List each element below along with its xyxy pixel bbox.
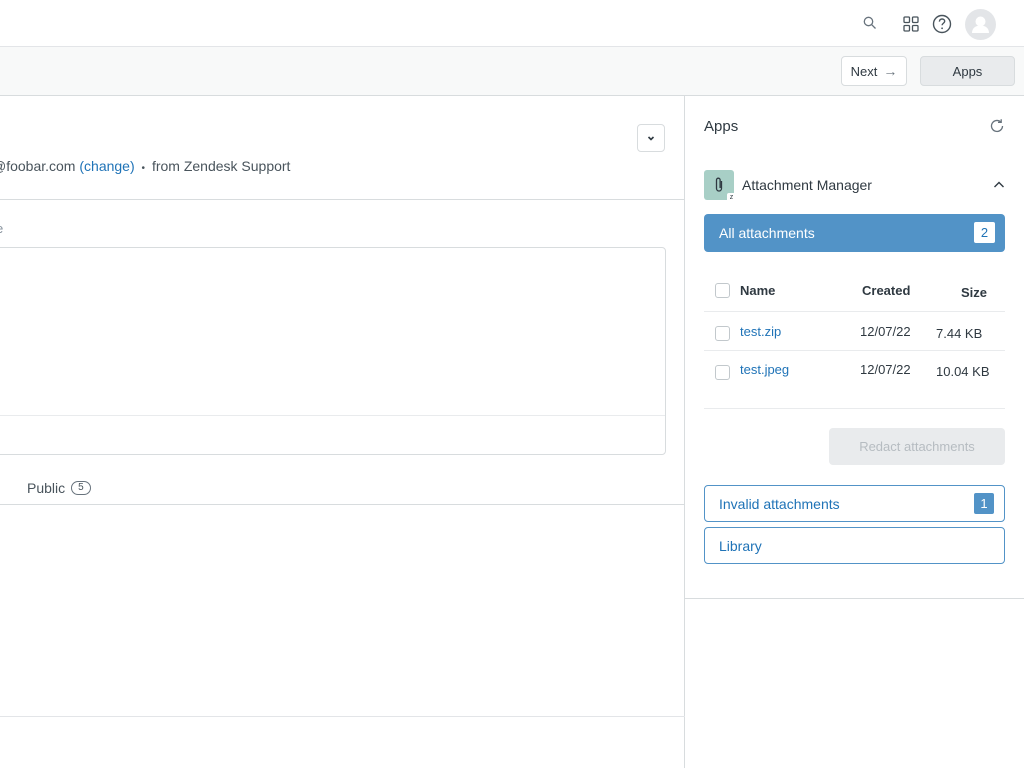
editor-footer [0, 415, 665, 454]
header-size: Size [961, 285, 988, 300]
library-label: Library [719, 537, 762, 554]
apps-panel-title: Apps [704, 118, 739, 135]
divider [685, 598, 1024, 599]
requester-email: @foobar.com [0, 158, 76, 174]
row-checkbox[interactable] [715, 365, 730, 380]
file-size: 7.44 KB [936, 326, 983, 341]
attachment-manager-header[interactable]: z Attachment Manager [704, 170, 1006, 202]
options-dropdown-button[interactable] [637, 124, 665, 152]
divider [0, 716, 685, 717]
refresh-icon[interactable] [988, 117, 1006, 135]
attachment-manager-logo: z [704, 170, 736, 202]
chevron-up-icon[interactable] [992, 178, 1006, 192]
separator: • [141, 163, 146, 174]
file-link[interactable]: test.zip [740, 324, 781, 339]
divider [0, 504, 685, 505]
help-icon[interactable] [931, 13, 953, 35]
header-created: Created [862, 283, 911, 298]
table-header-row: Name Created Size [704, 270, 1005, 312]
invalid-attachments-count: 1 [974, 493, 994, 514]
redact-attachments-button[interactable]: Redact attachments [829, 428, 1005, 465]
table-row: test.jpeg 12/07/22 10.04 KB [704, 351, 1005, 409]
divider [0, 199, 685, 200]
table-row: test.zip 12/07/22 7.44 KB [704, 312, 1005, 351]
header-name: Name [740, 283, 776, 298]
source-text: from Zendesk Support [151, 158, 291, 174]
search-icon[interactable] [861, 14, 879, 32]
chevron-down-icon [647, 136, 655, 141]
file-created: 12/07/22 [860, 324, 911, 339]
tab-public-count: 5 [71, 481, 91, 495]
file-link[interactable]: test.jpeg [740, 362, 789, 377]
invalid-attachments-button[interactable]: Invalid attachments 1 [704, 485, 1005, 522]
change-requester-link[interactable]: (change) [79, 158, 134, 174]
comment-editor[interactable] [0, 247, 666, 455]
field-label: e [0, 221, 3, 236]
apps-grid-icon[interactable] [902, 15, 920, 33]
apps-panel: Apps z Attachment Manager All attachment… [685, 96, 1024, 768]
row-checkbox[interactable] [715, 326, 730, 341]
select-all-checkbox[interactable] [715, 283, 730, 298]
file-size: 10.04 KB [936, 364, 990, 379]
apps-button[interactable]: Apps [920, 56, 1015, 86]
file-created: 12/07/22 [860, 362, 911, 377]
next-label: Next [850, 63, 878, 79]
attachments-table: Name Created Size test.zip 12/07/22 7.44… [704, 270, 1005, 409]
ticket-main: @foobar.com (change) • from Zendesk Supp… [0, 96, 685, 768]
all-attachments-button[interactable]: All attachments 2 [704, 214, 1005, 252]
all-attachments-count: 2 [974, 222, 995, 243]
app-name: Attachment Manager [742, 177, 872, 193]
tab-public-label: Public [27, 480, 66, 496]
tab-public[interactable]: Public 5 [27, 480, 91, 496]
ticket-toolbar: Next → Apps [0, 47, 1024, 96]
zendesk-mark-icon: z [727, 193, 736, 202]
invalid-attachments-label: Invalid attachments [719, 495, 840, 512]
arrow-right-icon: → [883, 63, 898, 79]
avatar[interactable] [965, 9, 996, 40]
top-header [0, 0, 1024, 47]
paperclip-icon [715, 177, 723, 192]
apps-label: Apps [952, 63, 983, 79]
all-attachments-label: All attachments [719, 225, 815, 241]
requester-meta: @foobar.com (change) • from Zendesk Supp… [0, 158, 290, 174]
library-button[interactable]: Library [704, 527, 1005, 564]
next-button[interactable]: Next → [841, 56, 907, 86]
